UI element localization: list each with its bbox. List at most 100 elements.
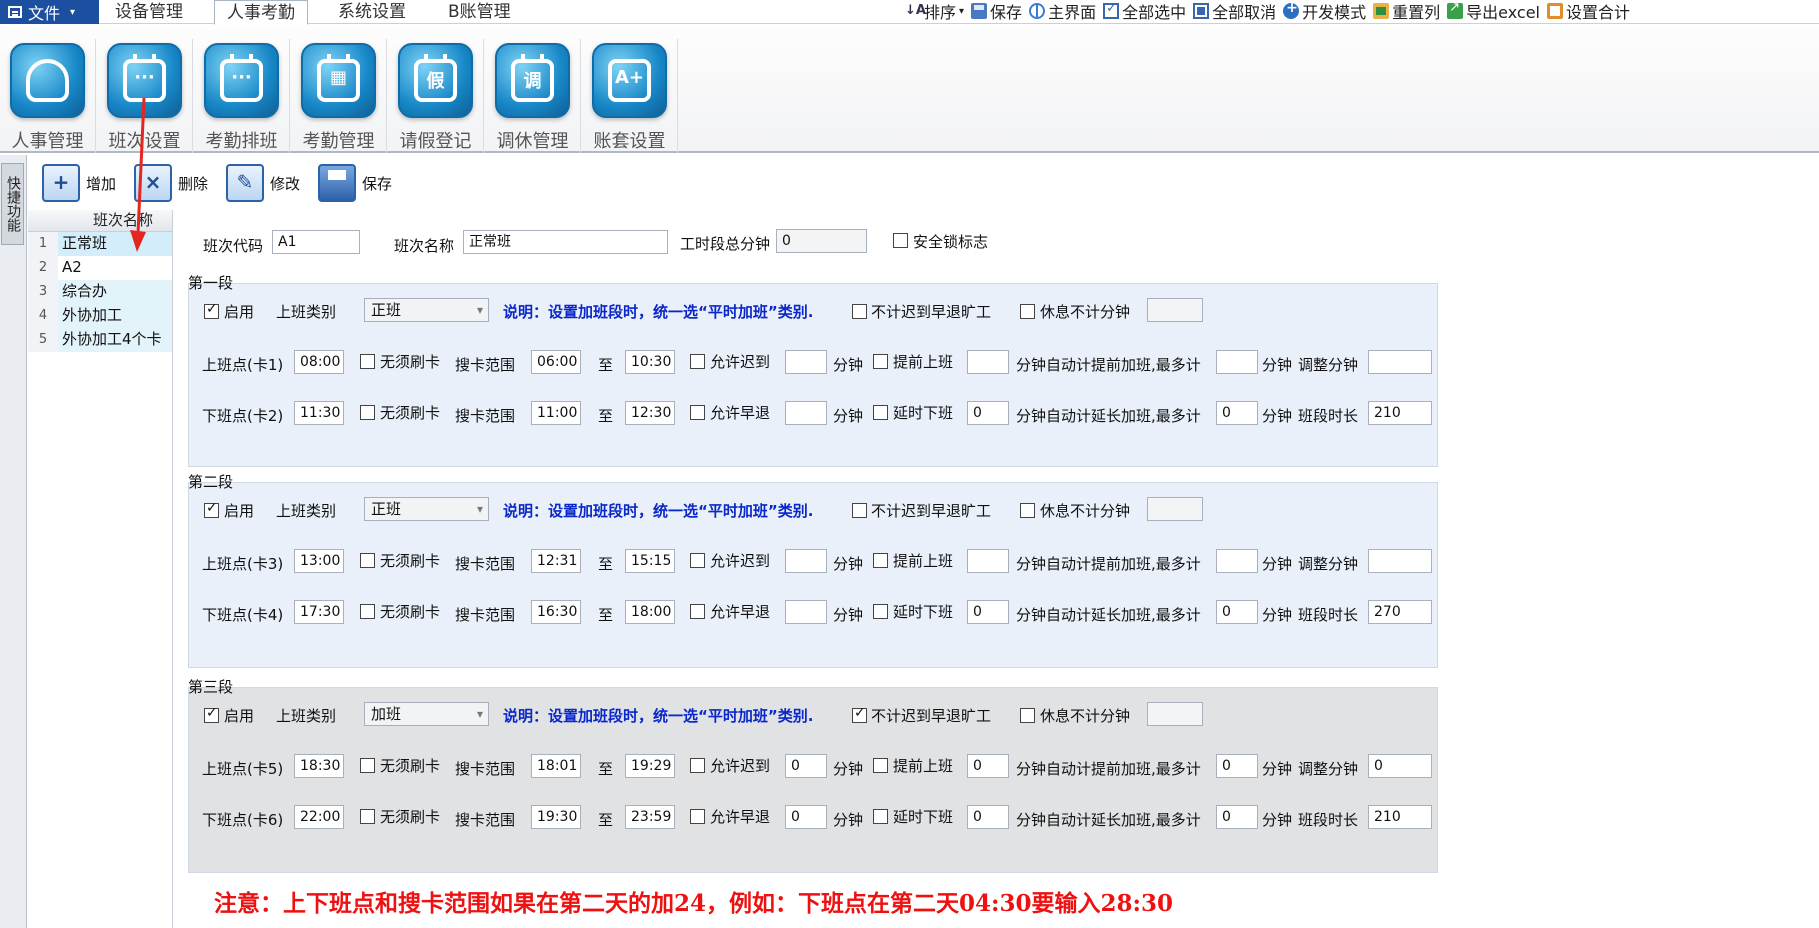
tab-b-account[interactable]: B账管理 (436, 0, 523, 25)
swipe-range-from-field[interactable]: 19:30 (531, 805, 581, 829)
dev-mode-button[interactable]: 开发模式 (1283, 0, 1366, 23)
segment-length-field[interactable]: 210 (1368, 401, 1432, 425)
ribbon-leave-button[interactable]: 假 请假登记 (388, 39, 484, 153)
rest-minutes-field[interactable] (1147, 702, 1203, 726)
clock-in-time-field[interactable]: 08:00 (294, 350, 344, 374)
security-lock-checkbox[interactable] (893, 233, 908, 248)
rest-minutes-field[interactable] (1147, 298, 1203, 322)
no-late-early-absent-checkbox[interactable] (852, 304, 867, 319)
ribbon-scheduling-button[interactable]: ··· 考勤排班 (194, 39, 290, 153)
list-item[interactable]: 1 正常班 (28, 232, 172, 256)
shift-type-select[interactable]: 正班 (364, 298, 489, 322)
shift-type-select[interactable]: 加班 (364, 702, 489, 726)
late-ot-max-field[interactable]: 0 (1216, 805, 1258, 829)
late-ot-max-field[interactable]: 0 (1216, 401, 1258, 425)
swipe-range-from-field[interactable]: 16:30 (531, 600, 581, 624)
list-item[interactable]: 5 外协加工4个卡 (28, 328, 172, 352)
segment-length-field[interactable]: 210 (1368, 805, 1432, 829)
early-start-minutes-field[interactable] (967, 549, 1009, 573)
select-all-button[interactable]: 全部选中 (1103, 0, 1186, 23)
no-swipe-in-checkbox[interactable] (360, 553, 375, 568)
early-start-minutes-field[interactable]: 0 (967, 754, 1009, 778)
rest-no-minutes-checkbox[interactable] (1020, 708, 1035, 723)
swipe-range-to-field[interactable]: 15:15 (625, 549, 675, 573)
swipe-range-from-field[interactable]: 11:00 (531, 401, 581, 425)
tab-hr-attendance[interactable]: 人事考勤 (214, 0, 308, 25)
early-start-checkbox[interactable] (873, 553, 888, 568)
shift-type-select[interactable]: 正班 (364, 497, 489, 521)
delay-end-checkbox[interactable] (873, 405, 888, 420)
allow-early-minutes-field[interactable]: 0 (785, 805, 827, 829)
shift-code-field[interactable]: A1 (272, 230, 360, 254)
tab-device-management[interactable]: 设备管理 (103, 0, 195, 25)
clock-out-time-field[interactable]: 11:30 (294, 401, 344, 425)
delay-end-checkbox[interactable] (873, 809, 888, 824)
delay-end-checkbox[interactable] (873, 604, 888, 619)
allow-late-checkbox[interactable] (690, 758, 705, 773)
adjust-minutes-field[interactable]: 0 (1368, 754, 1432, 778)
enable-checkbox[interactable] (204, 705, 219, 723)
allow-late-minutes-field[interactable] (785, 350, 827, 374)
early-ot-max-field[interactable] (1216, 549, 1258, 573)
ribbon-attendance-button[interactable]: ▦ 考勤管理 (291, 39, 387, 153)
allow-early-minutes-field[interactable] (785, 401, 827, 425)
reset-columns-button[interactable]: 重置列 (1373, 0, 1440, 23)
tab-system-settings[interactable]: 系统设置 (326, 0, 418, 25)
early-ot-max-field[interactable] (1216, 350, 1258, 374)
adjust-minutes-field[interactable] (1368, 549, 1432, 573)
quick-functions-tab[interactable]: 快捷功能 (1, 163, 24, 245)
swipe-range-to-field[interactable]: 23:59 (625, 805, 675, 829)
no-swipe-out-checkbox[interactable] (360, 809, 375, 824)
total-minutes-field[interactable]: 0 (776, 229, 867, 253)
clock-out-time-field[interactable]: 17:30 (294, 600, 344, 624)
allow-early-checkbox[interactable] (690, 604, 705, 619)
late-ot-max-field[interactable]: 0 (1216, 600, 1258, 624)
list-item[interactable]: 2 A2 (28, 256, 172, 280)
early-ot-max-field[interactable]: 0 (1216, 754, 1258, 778)
swipe-range-from-field[interactable]: 06:00 (531, 350, 581, 374)
swipe-range-from-field[interactable]: 12:31 (531, 549, 581, 573)
allow-early-checkbox[interactable] (690, 405, 705, 420)
early-start-checkbox[interactable] (873, 758, 888, 773)
early-start-checkbox[interactable] (873, 354, 888, 369)
list-item[interactable]: 4 外协加工 (28, 304, 172, 328)
export-excel-button[interactable]: 导出excel (1447, 0, 1540, 23)
swipe-range-to-field[interactable]: 19:29 (625, 754, 675, 778)
sort-button[interactable]: ↓A 排序 ▾ (905, 0, 964, 23)
adjust-minutes-field[interactable] (1368, 350, 1432, 374)
allow-late-checkbox[interactable] (690, 553, 705, 568)
swipe-range-to-field[interactable]: 10:30 (625, 350, 675, 374)
delay-end-minutes-field[interactable]: 0 (967, 401, 1009, 425)
ribbon-time-off-button[interactable]: 调 调休管理 (485, 39, 581, 153)
file-menu-button[interactable]: 文件 ▾ (0, 0, 99, 24)
enable-checkbox[interactable] (204, 301, 219, 319)
delay-end-minutes-field[interactable]: 0 (967, 600, 1009, 624)
swipe-range-to-field[interactable]: 12:30 (625, 401, 675, 425)
no-late-early-absent-checkbox[interactable] (852, 705, 867, 723)
save-tool-button[interactable]: 保存 (971, 0, 1022, 23)
no-swipe-out-checkbox[interactable] (360, 405, 375, 420)
shift-name-field[interactable]: 正常班 (463, 230, 668, 254)
rest-no-minutes-checkbox[interactable] (1020, 304, 1035, 319)
ribbon-account-settings-button[interactable]: A+ 账套设置 (582, 39, 678, 153)
home-screen-button[interactable]: 主界面 (1029, 0, 1096, 23)
add-button[interactable]: 增加 (42, 164, 116, 202)
rest-no-minutes-checkbox[interactable] (1020, 503, 1035, 518)
no-late-early-absent-checkbox[interactable] (852, 503, 867, 518)
delay-end-minutes-field[interactable]: 0 (967, 805, 1009, 829)
clock-in-time-field[interactable]: 13:00 (294, 549, 344, 573)
segment-length-field[interactable]: 270 (1368, 600, 1432, 624)
allow-early-minutes-field[interactable] (785, 600, 827, 624)
clock-in-time-field[interactable]: 18:30 (294, 754, 344, 778)
enable-checkbox[interactable] (204, 500, 219, 518)
allow-late-checkbox[interactable] (690, 354, 705, 369)
rest-minutes-field[interactable] (1147, 497, 1203, 521)
save-button[interactable]: 保存 (318, 164, 392, 202)
list-item[interactable]: 3 综合办 (28, 280, 172, 304)
clock-out-time-field[interactable]: 22:00 (294, 805, 344, 829)
edit-button[interactable]: 修改 (226, 164, 300, 202)
deselect-all-button[interactable]: 全部取消 (1193, 0, 1276, 23)
shift-list-header[interactable]: 班次名称 (28, 210, 172, 232)
allow-early-checkbox[interactable] (690, 809, 705, 824)
set-total-button[interactable]: 设置合计 (1546, 0, 1630, 23)
